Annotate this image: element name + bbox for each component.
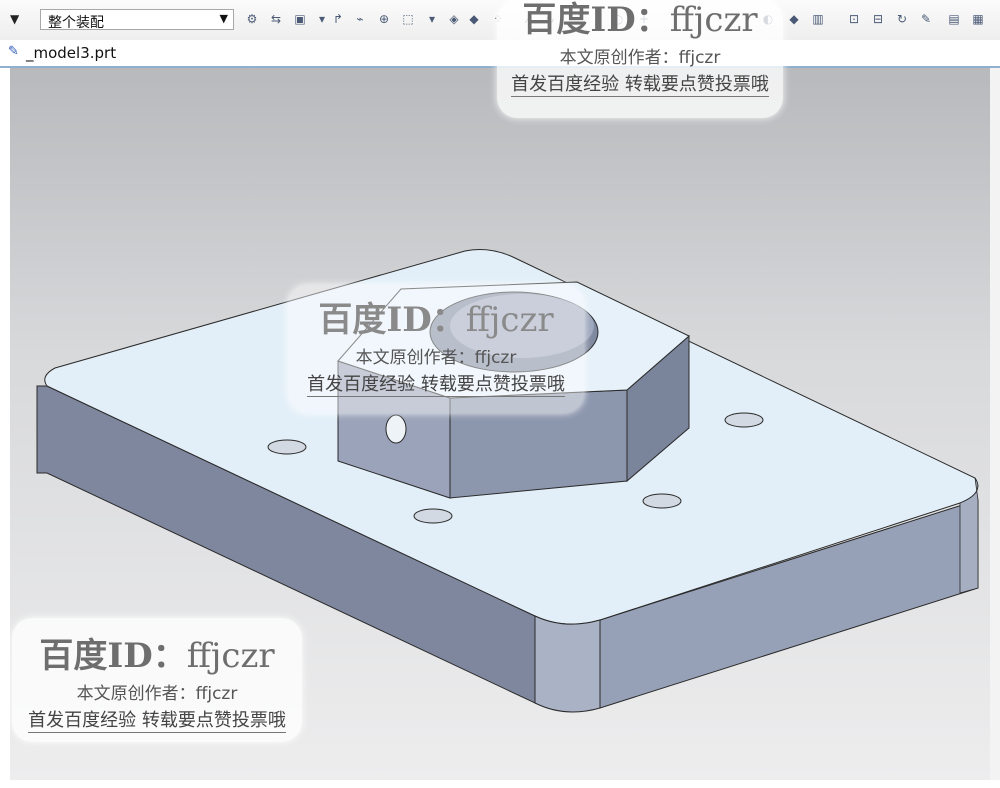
chevron-down-icon: ▼ (219, 12, 228, 25)
paint-icon[interactable]: ✎ (918, 11, 934, 27)
cube-icon[interactable]: ◆ (466, 11, 482, 27)
dropdown-icon[interactable]: ▾ (424, 11, 440, 27)
filter-icon[interactable]: ⌁ (352, 11, 368, 27)
select-icon[interactable]: ⊕ (376, 11, 392, 27)
vertical-scrollbar[interactable] (990, 68, 1000, 780)
mounting-hole (642, 493, 682, 509)
settings-icon[interactable]: ▦ (970, 11, 986, 27)
cad-window: ▼ 整个装配 ▼ ⚙⇆▣▾↱⌁⊕⬚▾◈◆⁘⁄∿⌒·○+◐◆▥⊡⊟↻✎▤▦ ✎ _… (0, 0, 1000, 788)
shaded-icon[interactable]: ◈ (446, 11, 462, 27)
zoom-window-icon[interactable]: ⊟ (870, 11, 886, 27)
watermark-backdrop (497, 0, 783, 118)
tab-model-file[interactable]: _model3.prt (26, 44, 116, 62)
selection-filter-select[interactable]: 整个装配 ▼ (40, 9, 234, 31)
move-icon[interactable]: ↱ (330, 11, 346, 27)
render-icon[interactable]: ◆ (786, 11, 802, 27)
watermark-backdrop (12, 618, 302, 742)
box-select-icon[interactable]: ⬚ (400, 11, 416, 27)
print-icon[interactable]: ▤ (946, 11, 962, 27)
watermark-backdrop (288, 285, 584, 413)
selection-filter-value: 整个装配 (48, 15, 104, 31)
front-corner-fillet (534, 615, 601, 713)
mounting-hole (724, 412, 764, 428)
status-strip (0, 780, 1000, 788)
snap-point-icon[interactable]: ▣ (292, 11, 308, 27)
part-file-icon: ✎ (8, 44, 19, 59)
dropdown-icon[interactable]: ▾ (314, 11, 330, 27)
rotate-icon[interactable]: ↻ (894, 11, 910, 27)
side-pin-hole (385, 414, 407, 444)
assembly-tool-icon[interactable]: ⚙ (244, 11, 260, 27)
zoom-fit-icon[interactable]: ⊡ (846, 11, 862, 27)
component-icon[interactable]: ⇆ (268, 11, 284, 27)
toolbar-dropdown-arrow[interactable]: ▼ (10, 12, 19, 26)
mounting-hole (413, 508, 453, 524)
layer-icon[interactable]: ▥ (810, 11, 826, 27)
mounting-hole (267, 439, 307, 455)
